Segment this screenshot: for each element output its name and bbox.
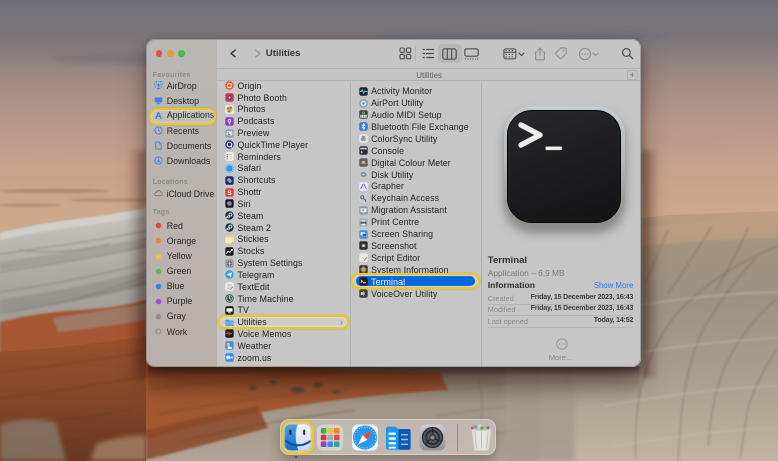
svg-text:S: S xyxy=(227,189,232,196)
